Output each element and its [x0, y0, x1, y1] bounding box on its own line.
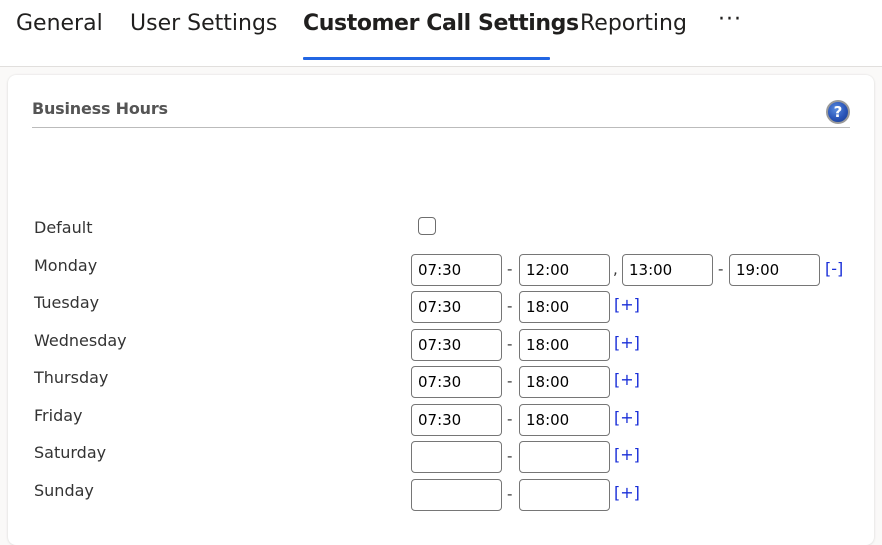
sunday-start-input[interactable] [411, 479, 502, 511]
monday-start-1-input[interactable] [411, 254, 502, 286]
friday-add-range-button[interactable]: [+] [614, 408, 640, 427]
tab-user-settings[interactable]: User Settings [130, 8, 277, 60]
tab-bar: General User Settings Customer Call Sett… [0, 0, 882, 67]
range-separator: - [507, 260, 513, 278]
saturday-start-input[interactable] [411, 441, 502, 473]
tuesday-start-input[interactable] [411, 291, 502, 323]
range-separator: - [507, 297, 513, 315]
day-label-tuesday: Tuesday [34, 293, 100, 312]
range-separator: - [718, 260, 724, 278]
default-checkbox[interactable] [418, 217, 436, 235]
help-icon[interactable]: ? [826, 100, 850, 124]
range-separator: - [507, 372, 513, 390]
day-label-monday: Monday [34, 256, 98, 275]
monday-remove-range-button[interactable]: [-] [825, 259, 843, 278]
friday-end-input[interactable] [519, 404, 610, 436]
range-separator: - [507, 410, 513, 428]
section-divider [32, 127, 850, 128]
saturday-add-range-button[interactable]: [+] [614, 445, 640, 464]
range-separator: - [507, 485, 513, 503]
friday-start-input[interactable] [411, 404, 502, 436]
day-label-wednesday: Wednesday [34, 331, 127, 350]
default-label: Default [34, 218, 93, 237]
thursday-start-input[interactable] [411, 366, 502, 398]
section-title: Business Hours [32, 99, 168, 118]
thursday-end-input[interactable] [519, 366, 610, 398]
wednesday-end-input[interactable] [519, 329, 610, 361]
business-hours-card: Business Hours ? Default Monday - , - [-… [8, 75, 874, 545]
wednesday-start-input[interactable] [411, 329, 502, 361]
day-label-saturday: Saturday [34, 443, 107, 462]
tab-general[interactable]: General [16, 8, 103, 60]
monday-end-2-input[interactable] [729, 254, 820, 286]
saturday-end-input[interactable] [519, 441, 610, 473]
range-separator: - [507, 335, 513, 353]
monday-end-1-input[interactable] [519, 254, 610, 286]
tuesday-add-range-button[interactable]: [+] [614, 295, 640, 314]
sunday-end-input[interactable] [519, 479, 610, 511]
wednesday-add-range-button[interactable]: [+] [614, 333, 640, 352]
tab-reporting[interactable]: Reporting [580, 8, 687, 60]
more-tabs-ellipsis-icon[interactable]: ··· [718, 4, 742, 56]
sunday-add-range-button[interactable]: [+] [614, 483, 640, 502]
day-label-thursday: Thursday [34, 368, 109, 387]
day-label-friday: Friday [34, 406, 83, 425]
day-label-sunday: Sunday [34, 481, 94, 500]
tab-customer-call-settings[interactable]: Customer Call Settings [303, 8, 579, 60]
tuesday-end-input[interactable] [519, 291, 610, 323]
monday-start-2-input[interactable] [622, 254, 713, 286]
thursday-add-range-button[interactable]: [+] [614, 370, 640, 389]
ranges-separator: , [613, 260, 618, 278]
range-separator: - [507, 447, 513, 465]
